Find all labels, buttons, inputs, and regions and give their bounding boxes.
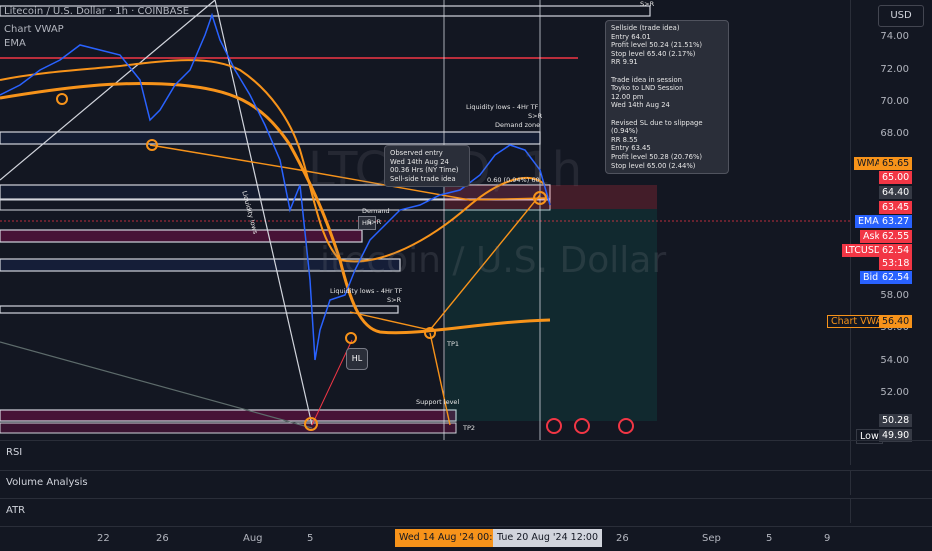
observed-entry-note[interactable]: Observed entry Wed 14th Aug 24 00.36 Hrs (… (384, 145, 470, 188)
trade-idea-note[interactable]: Sellside (trade idea) Entry 64.01 Profit l… (605, 20, 729, 175)
event-flag-icon[interactable] (618, 418, 634, 434)
time-tick: 22 (97, 533, 110, 544)
bid-value: 62.54 (879, 271, 913, 284)
trade-idea-note-line: Profit level 50.28 (20.76%) (611, 152, 703, 161)
rsi-pane[interactable]: RSI (0, 440, 850, 464)
event-flag-icon[interactable] (546, 418, 562, 434)
trade-idea-note-line: Stop level 65.00 (2.44%) (611, 161, 696, 170)
trade-idea-note-line: Profit level 50.24 (21.51%) (611, 41, 703, 50)
observed-entry-note-line: Sell-side trade idea (390, 174, 456, 183)
volume-axis (850, 470, 932, 495)
bid-label: Bid (860, 271, 882, 284)
time-tick: Aug (243, 533, 263, 544)
trade-idea-note-line: Revised SL due to slippage (0.94%) (611, 118, 703, 136)
time-tick: 26 (156, 533, 169, 544)
atr-pane[interactable]: ATR (0, 498, 850, 522)
price-tick: 54.00 (880, 355, 909, 366)
bar-countdown: 53:18 (879, 257, 913, 270)
trade-idea-note-line: Toyko to LND Session (611, 84, 684, 93)
ema-label: EMA (855, 215, 882, 228)
currency-button[interactable]: USD (878, 5, 924, 27)
time-tick: 5 (766, 533, 773, 544)
price-tick: 52.00 (880, 387, 909, 398)
ema-value: 63.27 (879, 215, 913, 228)
trade-idea-note-line: RR 8.55 (611, 135, 638, 144)
sr-low-label: S>R (387, 296, 402, 304)
trade-idea-note-line: Wed 14th Aug 24 (611, 101, 670, 110)
trade-idea-note-line: Trade idea in session (611, 75, 682, 84)
price-tick: 70.00 (880, 96, 909, 107)
time-tick: Sep (702, 533, 721, 544)
vwap-value: 56.40 (879, 315, 913, 328)
tradingview-chart: LTCUSD, 1h Litecoin / U.S. Dollar Liteco… (0, 0, 932, 550)
rsi-axis (850, 440, 932, 465)
vwap-legend[interactable]: Chart VWAP (4, 24, 64, 35)
price-6345-tag: 63.45 (879, 201, 913, 214)
trade-idea-note-line (611, 67, 723, 76)
price-tick: 68.00 (880, 128, 909, 139)
stop-loss-text: 0.60 (0.94%) 60 (487, 176, 540, 184)
wma-value: 65.65 (879, 157, 913, 170)
ask-value: 62.55 (879, 230, 913, 243)
volume-analysis-pane[interactable]: Volume Analysis (0, 470, 850, 494)
sr-top-label: S>R (640, 0, 655, 8)
trade-idea-note-line: Stop level 65.40 (2.17%) (611, 49, 696, 58)
sr-mid-label: S>R (528, 112, 543, 120)
observed-entry-note-line: 00.36 Hrs (NY Time) (390, 166, 459, 175)
trade-idea-note-line: RR 9.91 (611, 58, 638, 67)
event-flag-icon[interactable] (574, 418, 590, 434)
support-level-label: Support level (416, 398, 460, 406)
tp1-label: TP1 (447, 340, 460, 348)
price-tick: 74.00 (880, 31, 909, 42)
liquidity-lows-low-label: Liquidity lows - 4Hr TF (330, 287, 403, 295)
symbol-legend[interactable]: Litecoin / U.S. Dollar · 1h · COINBASE (4, 6, 189, 17)
hl-badge: HL (346, 348, 368, 370)
time-tick: 26 (616, 533, 629, 544)
observed-entry-note-line: Observed entry (390, 149, 443, 157)
name-watermark: Litecoin / U.S. Dollar (300, 240, 667, 281)
chart-canvas[interactable]: LTCUSD, 1h Litecoin / U.S. Dollar Liteco… (0, 0, 850, 440)
demand-zone-label: Demand zone (495, 121, 541, 129)
trade-idea-note-line (611, 110, 723, 119)
trade-idea-note-line: 12.00 pm (611, 92, 644, 101)
observed-entry-note-line: Wed 14th Aug 24 (390, 157, 449, 166)
time-cursor-right: Tue 20 Aug '24 12:00 (493, 529, 603, 547)
price-6440-tag: 64.40 (879, 186, 913, 199)
time-axis[interactable]: 22 26 Aug 5 Wed 14 Aug '24 00:00 Tue 20 … (0, 526, 932, 551)
time-cursor-left: Wed 14 Aug '24 00:00 (395, 529, 509, 547)
ema-legend[interactable]: EMA (4, 38, 26, 49)
price-5028-tag: 50.28 (879, 414, 913, 427)
trade-idea-note-line: Sellside (trade idea) (611, 24, 680, 32)
price-axis[interactable]: USD 74.00 72.00 70.00 68.00 58.00 56.00 … (827, 0, 932, 444)
price-tick: 72.00 (880, 64, 909, 75)
time-tick: 5 (307, 533, 314, 544)
trade-idea-note-line: Entry 63.45 (611, 144, 651, 153)
sr-left-label: S>R (367, 218, 382, 226)
trade-idea-note-line: Entry 64.01 (611, 32, 651, 41)
price-tick: 58.00 (880, 290, 909, 301)
symbol-value: 62.54 (879, 244, 913, 257)
tp2-label: TP2 (463, 424, 476, 432)
symbol-label: LTCUSD (842, 244, 885, 257)
liquidity-lows-label: Liquidity lows - 4Hr TF (466, 103, 539, 111)
atr-axis (850, 498, 932, 523)
price-65-tag: 65.00 (879, 171, 913, 184)
time-tick: 9 (824, 533, 831, 544)
demand-small-label: Demand (362, 207, 390, 215)
